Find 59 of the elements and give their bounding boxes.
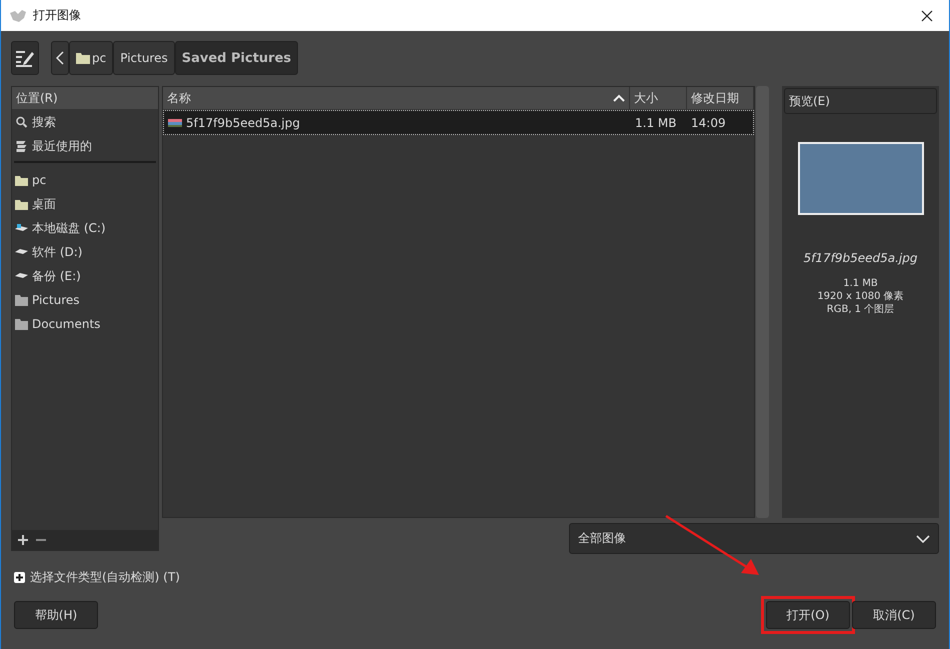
close-icon[interactable] (921, 10, 933, 22)
places-label: 搜索 (32, 114, 56, 130)
places-header: 位置(R) (12, 87, 158, 109)
drive-icon (15, 223, 28, 233)
file-row[interactable]: 5f17f9b5eed5a.jpg 1.1 MB 14:09 (163, 110, 754, 135)
column-header[interactable]: 大小 (630, 87, 687, 109)
dialog-button[interactable]: 取消(C) (852, 601, 936, 629)
places-label: 备份 (E:) (32, 268, 81, 284)
image-file-icon (168, 118, 182, 126)
path-button[interactable]: Saved Pictures (174, 41, 298, 75)
preview-header: 预览(E) (784, 88, 937, 114)
search-icon (15, 116, 28, 128)
file-date: 14:09 (691, 116, 726, 130)
places-label: pc (32, 173, 46, 187)
dialog-button[interactable]: 帮助(H) (14, 601, 98, 629)
file-filter-dropdown[interactable]: 全部图像 (569, 523, 939, 554)
window-title: 打开图像 (33, 7, 81, 24)
places-label: 本地磁盘 (C:) (32, 220, 106, 236)
app-icon (9, 8, 27, 22)
chevron-down-icon (916, 534, 930, 542)
folder-icon (15, 294, 28, 306)
drive-icon (15, 248, 28, 256)
add-icon[interactable] (18, 535, 28, 545)
path-button[interactable]: pc (69, 41, 114, 75)
places-label: Documents (32, 317, 100, 331)
places-item[interactable]: 搜索 (12, 110, 158, 134)
dialog-button[interactable]: 打开(O) (766, 601, 850, 629)
places-item[interactable]: Documents (12, 312, 158, 336)
preview-file-name: 5f17f9b5eed5a.jpg (804, 251, 918, 265)
places-label: 最近使用的 (32, 138, 92, 154)
drive-icon (15, 272, 28, 280)
places-item[interactable]: pc (12, 168, 158, 192)
folder-icon (15, 318, 28, 330)
places-item[interactable]: 本地磁盘 (C:) (12, 216, 158, 240)
folder-icon (76, 52, 90, 64)
column-header[interactable]: 修改日期 (687, 87, 754, 109)
preview-info: 1.1 MB (843, 277, 878, 290)
path-button[interactable]: Pictures (113, 41, 175, 75)
folder-icon (15, 174, 28, 186)
stack-icon (15, 140, 28, 152)
places-label: 软件 (D:) (32, 244, 82, 260)
folder-icon (15, 198, 28, 210)
places-item[interactable]: 最近使用的 (12, 134, 158, 158)
scrollbar[interactable] (756, 86, 769, 518)
file-name: 5f17f9b5eed5a.jpg (186, 116, 300, 130)
edit-location-button[interactable] (11, 41, 39, 75)
places-item[interactable]: 桌面 (12, 192, 158, 216)
back-button[interactable] (51, 41, 69, 75)
places-label: 桌面 (32, 196, 56, 212)
column-header[interactable]: 名称 (163, 87, 630, 109)
preview-info: 1920 x 1080 像素 (817, 290, 904, 303)
file-size: 1.1 MB (635, 116, 676, 130)
places-item[interactable]: Pictures (12, 288, 158, 312)
back-icon (56, 51, 64, 65)
places-label: Pictures (32, 293, 80, 307)
places-item[interactable]: 备份 (E:) (12, 264, 158, 288)
places-item[interactable]: 软件 (D:) (12, 240, 158, 264)
preview-info: RGB, 1 个图层 (826, 303, 894, 316)
edit-icon (14, 48, 36, 68)
